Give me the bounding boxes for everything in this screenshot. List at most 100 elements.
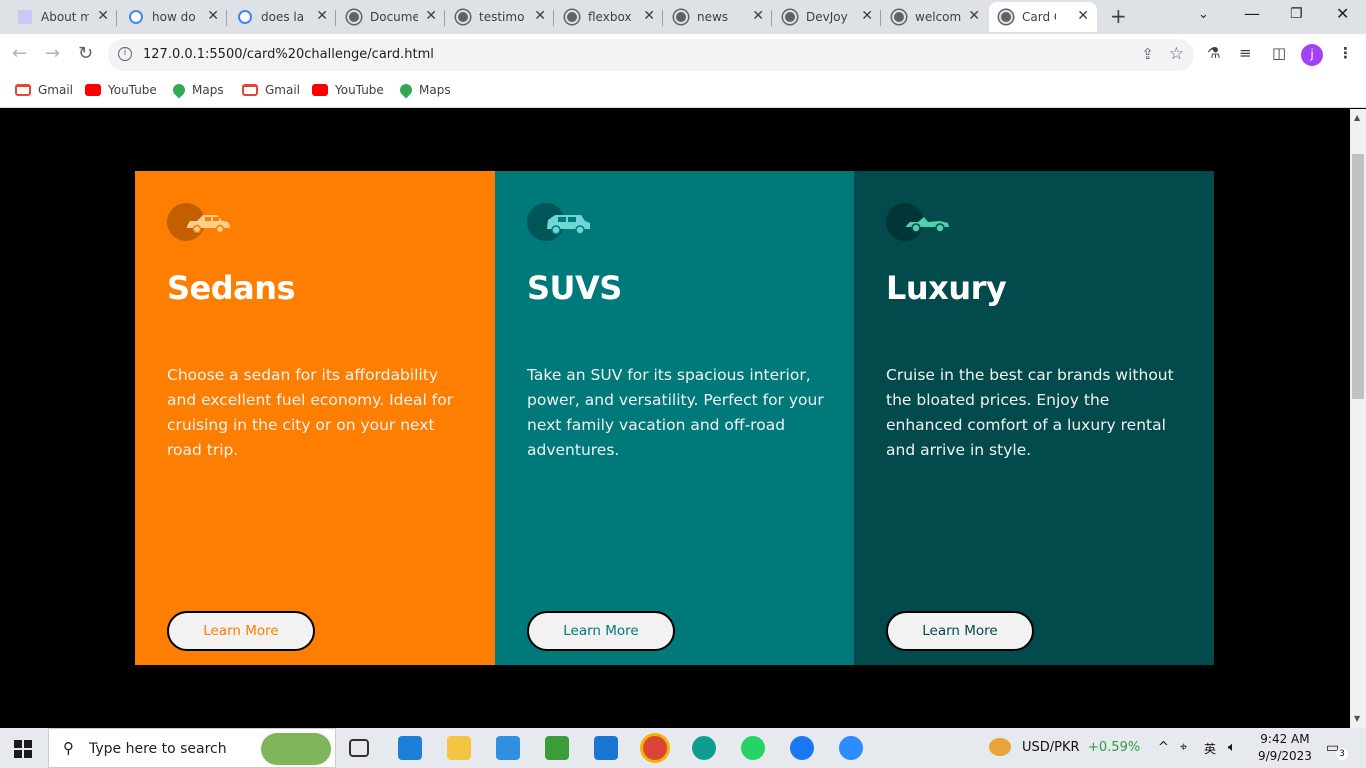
close-tab-icon[interactable]: ✕ — [643, 8, 655, 24]
menu-kebab-icon[interactable]: ⋮ — [1338, 44, 1353, 62]
task-view-icon[interactable] — [349, 739, 369, 757]
bookmark-gmail[interactable]: Gmail — [242, 83, 300, 97]
tab-search-chevron-icon[interactable]: ⌄ — [1198, 7, 1209, 22]
close-tab-icon[interactable]: ✕ — [968, 8, 980, 24]
file-explorer-icon[interactable] — [447, 736, 471, 760]
microsoft-store-icon[interactable] — [398, 736, 422, 760]
bookmarks-bar: Gmail YouTube Maps Gmail YouTube Maps — [0, 76, 1366, 108]
windows-taskbar: ⚲ Type here to search USD/PKR +0.59% ^ ⌖… — [0, 728, 1366, 768]
zoom-icon[interactable] — [839, 736, 863, 760]
globe-icon — [999, 10, 1013, 24]
taskbar-search-box[interactable]: ⚲ Type here to search — [48, 728, 336, 768]
bookmark-youtube[interactable]: YouTube — [312, 83, 384, 97]
gmail-icon — [15, 84, 31, 96]
currency-change: +0.59% — [1088, 740, 1141, 755]
card-title: Sedans — [167, 269, 296, 307]
scroll-down-arrow-icon[interactable]: ▼ — [1354, 714, 1360, 723]
forward-button[interactable]: → — [45, 43, 60, 64]
learn-more-button[interactable]: Learn More — [886, 611, 1034, 651]
card-luxury: Luxury Cruise in the best car brands wit… — [854, 171, 1214, 665]
scroll-up-arrow-icon[interactable]: ▲ — [1354, 113, 1360, 122]
learn-more-button[interactable]: Learn More — [167, 611, 315, 651]
input-method-indicator[interactable]: 英 — [1204, 740, 1216, 757]
gmail-icon — [242, 84, 258, 96]
tab-flexbox[interactable]: flexbox ✕ — [555, 2, 663, 32]
search-icon: ⚲ — [63, 739, 74, 757]
maps-icon — [170, 81, 188, 99]
tab-testimonial[interactable]: testimo ✕ — [446, 2, 554, 32]
back-button[interactable]: ← — [12, 43, 27, 64]
youtube-icon — [85, 84, 101, 96]
close-window-button[interactable]: ✕ — [1336, 4, 1349, 23]
globe-icon — [347, 10, 361, 24]
close-tab-icon[interactable]: ✕ — [1077, 8, 1089, 24]
globe-icon — [674, 10, 688, 24]
card-title: SUVS — [527, 269, 622, 307]
close-tab-icon[interactable]: ✕ — [207, 8, 219, 24]
vscode-icon[interactable] — [594, 736, 618, 760]
sedan-car-icon — [167, 203, 230, 241]
minimize-button[interactable]: — — [1244, 4, 1260, 23]
scrollbar-thumb[interactable] — [1352, 154, 1364, 399]
card-description: Choose a sedan for its affordability and… — [167, 366, 454, 459]
close-tab-icon[interactable]: ✕ — [861, 8, 873, 24]
volume-icon[interactable]: 🔈︎ — [1228, 740, 1236, 755]
bookmark-maps[interactable]: Maps — [170, 81, 224, 99]
page-scrollbar[interactable]: ▲ ▼ — [1350, 109, 1366, 728]
notification-count-badge: 3 — [1336, 748, 1348, 760]
card-title: Luxury — [886, 269, 1007, 307]
profile-avatar[interactable]: j — [1301, 44, 1323, 66]
card-sedans: Sedans Choose a sedan for its affordabil… — [135, 171, 495, 665]
bookmark-gmail[interactable]: Gmail — [15, 83, 73, 97]
google-icon — [238, 10, 252, 24]
tab-news[interactable]: news ✕ — [664, 2, 772, 32]
reload-button[interactable]: ↻ — [78, 43, 93, 64]
site-info-icon[interactable]: i — [118, 47, 132, 61]
suv-car-icon — [527, 203, 590, 241]
url-text[interactable]: 127.0.0.1:5500/card%20challenge/card.htm… — [143, 47, 434, 62]
mail-icon[interactable] — [496, 736, 520, 760]
learn-more-button[interactable]: Learn More — [527, 611, 675, 651]
extensions-flask-icon[interactable]: ⚗ — [1207, 44, 1220, 62]
google-icon — [129, 10, 143, 24]
close-tab-icon[interactable]: ✕ — [97, 8, 109, 24]
page-viewport: Sedans Choose a sedan for its affordabil… — [0, 109, 1350, 728]
reading-list-icon[interactable]: ≡ — [1239, 44, 1252, 62]
close-tab-icon[interactable]: ✕ — [316, 8, 328, 24]
luxury-car-icon — [886, 203, 949, 241]
tab-document[interactable]: Docume ✕ — [337, 2, 445, 32]
tab-strip: About m ✕ how do ✕ does la ✕ Docume ✕ te… — [0, 0, 1366, 34]
windows-start-button[interactable] — [14, 740, 32, 758]
address-bar[interactable]: i 127.0.0.1:5500/card%20challenge/card.h… — [108, 39, 1194, 71]
tab-how-do[interactable]: how do ✕ — [119, 2, 227, 32]
close-tab-icon[interactable]: ✕ — [752, 8, 764, 24]
tab-devjoy[interactable]: DevJoy ✕ — [773, 2, 881, 32]
facebook-icon[interactable] — [790, 736, 814, 760]
show-hidden-icons-chevron-icon[interactable]: ^ — [1158, 740, 1169, 755]
tab-welcome[interactable]: welcom ✕ — [882, 2, 988, 32]
card-description: Take an SUV for its spacious interior, p… — [527, 366, 824, 459]
close-tab-icon[interactable]: ✕ — [425, 8, 437, 24]
tab-card-challenge[interactable]: Card Ch ✕ — [989, 2, 1097, 32]
bookmark-maps[interactable]: Maps — [397, 81, 451, 99]
side-panel-icon[interactable]: ◫ — [1272, 44, 1286, 62]
restore-button[interactable]: ❐ — [1290, 6, 1303, 22]
bookmark-youtube[interactable]: YouTube — [85, 83, 157, 97]
new-tab-button[interactable]: + — [1110, 4, 1127, 28]
browser-toolbar: ← → ↻ i 127.0.0.1:5500/card%20challenge/… — [0, 34, 1366, 76]
tab-about[interactable]: About m ✕ — [8, 2, 117, 32]
edge-icon[interactable] — [692, 736, 716, 760]
maps-icon — [397, 81, 415, 99]
network-icon[interactable]: ⌖ — [1180, 740, 1187, 755]
bookmark-star-icon[interactable]: ☆ — [1169, 44, 1184, 64]
card-suvs: SUVS Take an SUV for its spacious interi… — [495, 171, 854, 665]
close-tab-icon[interactable]: ✕ — [534, 8, 546, 24]
search-highlight-image — [261, 733, 331, 765]
chrome-icon[interactable] — [643, 736, 667, 760]
tab-does-la[interactable]: does la ✕ — [228, 2, 336, 32]
whatsapp-icon[interactable] — [741, 736, 765, 760]
system-clock[interactable]: 9:42 AM 9/9/2023 — [1258, 731, 1312, 765]
currency-label[interactable]: USD/PKR — [1022, 740, 1080, 755]
chart-app-icon[interactable] — [545, 736, 569, 760]
share-icon[interactable]: ⇪ — [1141, 45, 1154, 63]
